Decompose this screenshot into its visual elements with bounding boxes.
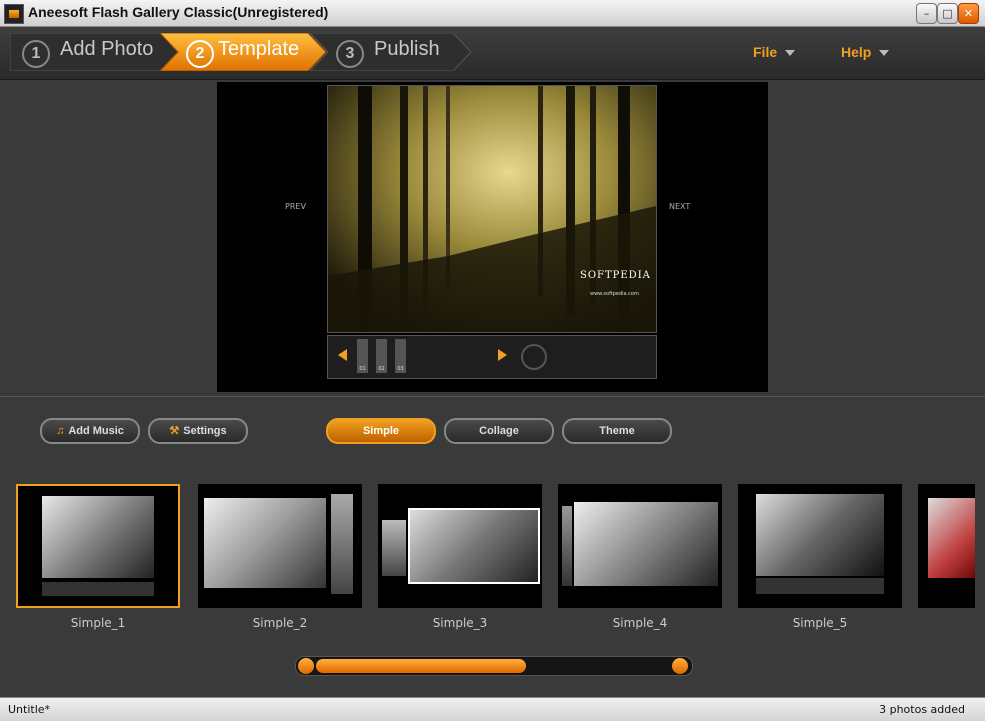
- tab-collage[interactable]: Collage: [444, 418, 554, 444]
- template-name: Simple_2: [252, 616, 308, 630]
- tab-label: Theme: [599, 425, 635, 437]
- step-add-photo[interactable]: 1 Add Photo: [10, 33, 180, 71]
- step-label: Publish: [374, 38, 440, 60]
- template-item[interactable]: Simple_5: [738, 484, 902, 630]
- minimize-button[interactable]: –: [916, 3, 937, 24]
- preview-filmstrip: 01 02 03: [327, 335, 657, 379]
- chevron-down-icon: [785, 50, 796, 57]
- chevron-down-icon: [879, 50, 890, 57]
- add-music-label: Add Music: [68, 425, 124, 437]
- settings-button[interactable]: ⚒ Settings: [148, 418, 248, 444]
- mini-thumb-label: 02: [378, 366, 385, 372]
- window-title: Aneesoft Flash Gallery Classic(Unregiste…: [28, 4, 329, 20]
- status-bar: Untitle* 3 photos added: [0, 697, 985, 721]
- template-list: Simple_1 Simple_2 Simple_3 Simple_4 Simp…: [0, 458, 975, 648]
- tab-label: Simple: [362, 425, 400, 437]
- template-name: Simple_1: [70, 616, 126, 630]
- file-menu-label: File: [753, 44, 778, 60]
- template-thumbnail: [16, 484, 180, 608]
- template-controls: ♫ Add Music ⚒ Settings Simple Collage Them…: [0, 397, 985, 457]
- app-icon: [4, 4, 24, 24]
- template-name: Simple_4: [612, 616, 668, 630]
- step-number: 1: [22, 40, 50, 68]
- template-item[interactable]: Simple_4: [558, 484, 722, 630]
- maximize-button[interactable]: □: [937, 3, 958, 24]
- step-label: Template: [218, 38, 300, 60]
- template-item-partial[interactable]: [918, 484, 975, 608]
- template-thumbnail: [738, 484, 902, 608]
- template-name: Simple_3: [432, 616, 488, 630]
- watermark-text: SOFTPEDIA: [580, 270, 651, 281]
- scroll-right-icon[interactable]: [672, 658, 688, 674]
- template-item[interactable]: Simple_3: [378, 484, 542, 630]
- title-bar: Aneesoft Flash Gallery Classic(Unregiste…: [0, 0, 985, 27]
- autoplay-icon[interactable]: [521, 344, 547, 370]
- template-thumbnail: [918, 484, 975, 608]
- document-name: Untitle*: [8, 703, 51, 716]
- scroll-thumb[interactable]: [316, 659, 526, 673]
- step-number: 3: [336, 40, 364, 68]
- watermark-url: www.softpedia.com: [590, 291, 639, 297]
- right-arrow-icon[interactable]: [498, 349, 507, 361]
- settings-label: Settings: [183, 425, 227, 437]
- tab-simple[interactable]: Simple: [326, 418, 436, 444]
- template-scrollbar[interactable]: [295, 656, 693, 676]
- step-toolbar: 1 Add Photo 2 Template 3 Publish File He…: [0, 27, 985, 80]
- step-publish[interactable]: 3 Publish: [310, 33, 475, 71]
- scroll-left-icon[interactable]: [298, 658, 314, 674]
- mini-thumb-label: 01: [359, 366, 366, 372]
- template-thumbnail: [378, 484, 542, 608]
- next-link[interactable]: NEXT: [669, 202, 690, 211]
- step-template[interactable]: 2 Template: [160, 33, 330, 71]
- tab-label: Collage: [479, 425, 519, 437]
- gallery-preview: PREV NEXT SOFTPEDIA www.softpedia.com 01…: [217, 82, 768, 392]
- music-icon: ♫: [56, 425, 65, 437]
- close-button[interactable]: ✕: [958, 3, 979, 24]
- preview-photo: SOFTPEDIA www.softpedia.com: [327, 85, 657, 333]
- mini-thumb[interactable]: 03: [395, 339, 406, 373]
- template-thumbnail: [198, 484, 362, 608]
- help-menu-label: Help: [841, 44, 872, 60]
- step-number: 2: [186, 40, 214, 68]
- left-arrow-icon[interactable]: [338, 349, 347, 361]
- template-thumbnail: [558, 484, 722, 608]
- step-label: Add Photo: [60, 38, 154, 60]
- help-menu[interactable]: Help: [841, 44, 890, 60]
- tab-theme[interactable]: Theme: [562, 418, 672, 444]
- mini-thumb[interactable]: 01: [357, 339, 368, 373]
- mini-thumb-label: 03: [397, 366, 404, 372]
- prev-link[interactable]: PREV: [285, 202, 306, 211]
- preview-area: PREV NEXT SOFTPEDIA www.softpedia.com 01…: [0, 80, 985, 397]
- mini-thumb[interactable]: 02: [376, 339, 387, 373]
- add-music-button[interactable]: ♫ Add Music: [40, 418, 140, 444]
- template-name: Simple_5: [792, 616, 848, 630]
- template-item[interactable]: Simple_1: [16, 484, 180, 630]
- photo-count: 3 photos added: [879, 703, 965, 716]
- file-menu[interactable]: File: [753, 44, 796, 60]
- template-item[interactable]: Simple_2: [198, 484, 362, 630]
- tools-icon: ⚒: [169, 425, 180, 437]
